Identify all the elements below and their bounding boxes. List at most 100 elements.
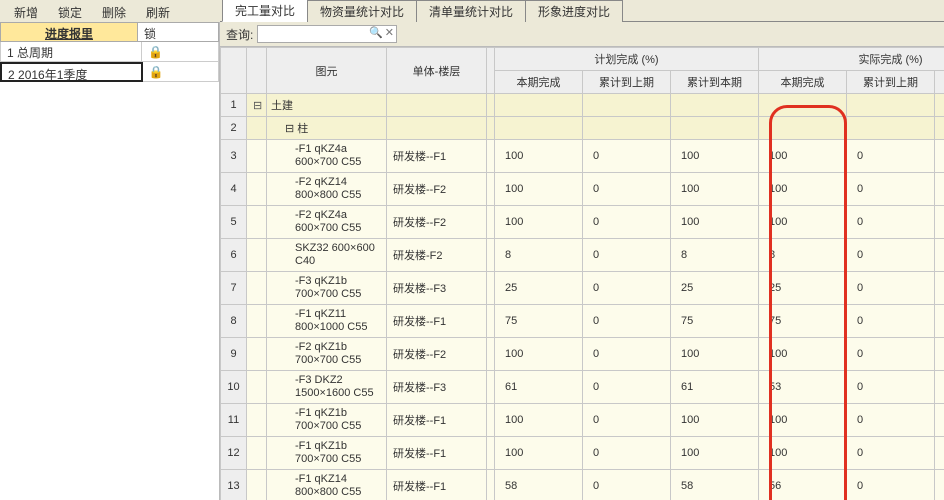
cell-danti: 研发楼--F3 [387,272,487,305]
cell-tuyuan: -F1 qKZ4a600×700 C55 [267,140,387,173]
row-number: 5 [221,206,247,239]
lock-icon: 🔒 [148,45,163,59]
cell-plan-benqi: 100 [495,140,583,173]
new-button[interactable]: 新增 [4,2,48,23]
col-plan-benqi[interactable]: 本期完成 [495,71,583,94]
cell-plan-benqi: 25 [495,272,583,305]
col-plan-prev[interactable]: 累计到上期 [583,71,671,94]
cell-plan-prev: 0 [583,239,671,272]
cell-actual-prev: 0 [847,470,935,500]
cell-plan-benqi: 58 [495,470,583,500]
table-group-row[interactable]: 1⊟土建 [221,94,944,117]
table-row[interactable]: 4-F2 qKZ14800×800 C55研发楼--F2100010010001… [221,173,944,206]
cell-plan-curr: 61 [671,371,759,404]
cell-actual-curr: 100 [935,437,944,470]
sidebar-row-total[interactable]: 1 总周期 🔒 [0,42,219,62]
table-row[interactable]: 8-F1 qKZ11800×1000 C55研发楼--F17507575075 [221,305,944,338]
data-table: 图元 单体-楼层 计划完成 (%) 实际完成 (%) 本期完成 累计到上期 累计… [220,47,944,500]
row-number: 12 [221,437,247,470]
sidebar-title: 进度报里 [0,22,138,42]
table-row[interactable]: 9-F2 qKZ1b700×700 C55研发楼--F2100010010001… [221,338,944,371]
group-label: ⊟ 柱 [267,117,387,140]
search-label: 查询: [226,26,253,43]
cell-actual-benqi: 100 [759,173,847,206]
table-row[interactable]: 11-F1 qKZ1b700×700 C55研发楼--F110001001000… [221,404,944,437]
col-tuyuan[interactable]: 图元 [267,48,387,94]
cell-actual-curr: 100 [935,338,944,371]
cell-plan-benqi: 8 [495,239,583,272]
cell-danti: 研发楼--F2 [387,173,487,206]
cell-actual-benqi: 8 [759,239,847,272]
cell-plan-prev: 0 [583,437,671,470]
table-row[interactable]: 3-F1 qKZ4a600×700 C55研发楼--F1100010010001… [221,140,944,173]
cell-plan-curr: 75 [671,305,759,338]
table-row[interactable]: 13-F1 qKZ14800×800 C55研发楼--F15805856056 [221,470,944,500]
cell-tuyuan: -F1 qKZ14800×800 C55 [267,470,387,500]
cell-actual-prev: 0 [847,338,935,371]
cell-actual-prev: 0 [847,437,935,470]
row-number: 3 [221,140,247,173]
tab-image-compare[interactable]: 形象进度对比 [525,0,623,22]
cell-plan-prev: 0 [583,173,671,206]
col-actual-prev[interactable]: 累计到上期 [847,71,935,94]
clear-search-icon[interactable]: ✕ [383,26,395,40]
refresh-button[interactable]: 刷新 [136,2,180,23]
row-number: 8 [221,305,247,338]
group-label: 土建 [267,94,387,117]
tab-list-compare[interactable]: 清单量统计对比 [416,0,526,22]
cell-tuyuan: -F1 qKZ1b700×700 C55 [267,404,387,437]
table-row[interactable]: 6SKZ32 600×600C40研发楼-F2808808 [221,239,944,272]
tab-material-compare[interactable]: 物资量统计对比 [307,0,417,22]
cell-actual-benqi: 100 [759,404,847,437]
cell-actual-prev: 0 [847,404,935,437]
cell-plan-prev: 0 [583,206,671,239]
tab-finish-compare[interactable]: 完工量对比 [222,0,308,22]
cell-actual-benqi: 53 [759,371,847,404]
cell-plan-prev: 0 [583,338,671,371]
cell-plan-curr: 100 [671,173,759,206]
cell-actual-benqi: 100 [759,338,847,371]
row-number: 10 [221,371,247,404]
col-actual-curr[interactable]: 累计到本期 [935,71,944,94]
sidebar-row-2016q1[interactable]: 2 2016年1季度 🔒 [0,62,219,82]
table-row[interactable]: 5-F2 qKZ4a600×700 C55研发楼--F2100010010001… [221,206,944,239]
cell-danti: 研发楼--F3 [387,371,487,404]
cell-actual-benqi: 25 [759,272,847,305]
cell-tuyuan: -F2 qKZ4a600×700 C55 [267,206,387,239]
tabbar: 完工量对比 物资量统计对比 清单量统计对比 形象进度对比 [220,0,944,22]
search-icon[interactable]: 🔍 [369,26,381,40]
cell-tuyuan: -F2 qKZ14800×800 C55 [267,173,387,206]
sidebar-lock-header: 锁 [138,22,219,42]
table-group-row[interactable]: 2⊟ 柱 [221,117,944,140]
lock-icon: 🔒 [149,65,164,79]
cell-danti: 研发楼--F1 [387,437,487,470]
cell-plan-prev: 0 [583,470,671,500]
sidebar-row-name: 总周期 [17,46,53,60]
cell-tuyuan: -F3 DKZ21500×1600 C55 [267,371,387,404]
cell-danti: 研发楼--F1 [387,140,487,173]
lock-button[interactable]: 锁定 [48,2,92,23]
cell-plan-curr: 100 [671,206,759,239]
cell-tuyuan: -F1 qKZ11800×1000 C55 [267,305,387,338]
table-row[interactable]: 7-F3 qKZ1b700×700 C55研发楼--F32502525025 [221,272,944,305]
cell-plan-curr: 100 [671,404,759,437]
cell-actual-prev: 0 [847,305,935,338]
cell-actual-curr: 100 [935,173,944,206]
table-row[interactable]: 10-F3 DKZ21500×1600 C55研发楼--F36106153053 [221,371,944,404]
col-actual-benqi[interactable]: 本期完成 [759,71,847,94]
delete-button[interactable]: 删除 [92,2,136,23]
sidebar-row-name: 2016年1季度 [18,68,87,82]
cell-plan-benqi: 100 [495,404,583,437]
collapse-icon[interactable]: ⊟ [247,94,267,117]
cell-plan-curr: 100 [671,437,759,470]
cell-danti: 研发楼--F2 [387,206,487,239]
cell-actual-curr: 25 [935,272,944,305]
table-row[interactable]: 12-F1 qKZ1b700×700 C55研发楼--F110001001000… [221,437,944,470]
cell-actual-benqi: 56 [759,470,847,500]
col-danti[interactable]: 单体-楼层 [387,48,487,94]
sidebar-row-idx: 1 [7,46,14,60]
collapse-icon[interactable] [247,117,267,140]
col-plan-curr[interactable]: 累计到本期 [671,71,759,94]
cell-actual-curr: 8 [935,239,944,272]
cell-actual-curr: 75 [935,305,944,338]
